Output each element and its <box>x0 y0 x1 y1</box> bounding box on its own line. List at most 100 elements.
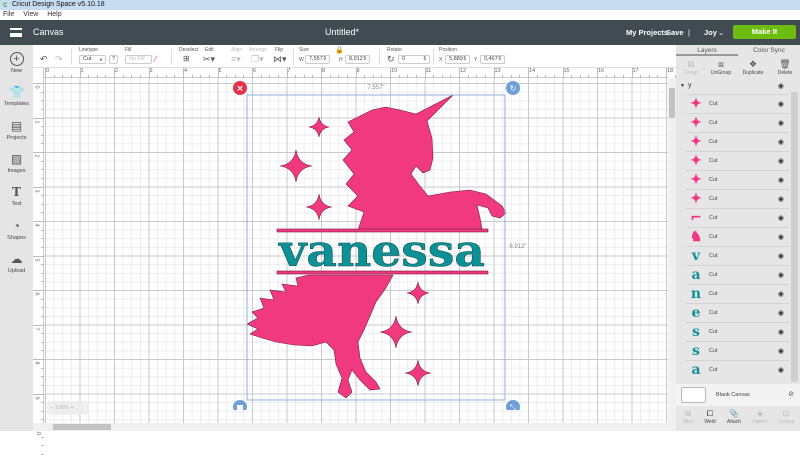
layer-row[interactable]: v Cut ◉ <box>686 246 790 265</box>
eye-icon[interactable]: ◉ <box>778 100 784 108</box>
deselect-icon[interactable]: ⊞ <box>183 54 190 63</box>
scroll-thumb[interactable] <box>53 424 111 430</box>
eye-icon[interactable]: ◉ <box>778 119 784 127</box>
eye-icon[interactable]: ◉ <box>778 233 784 241</box>
menu-help[interactable]: Help <box>47 11 61 18</box>
rotate-handle[interactable]: ↻ <box>506 81 520 95</box>
star-shape[interactable] <box>308 116 330 138</box>
eye-icon[interactable]: ◉ <box>778 252 784 260</box>
menu-view[interactable]: View <box>23 11 38 18</box>
tab-color-sync[interactable]: Color Sync <box>738 45 800 56</box>
linetype-help-button[interactable]: ? <box>109 55 118 64</box>
eye-icon[interactable]: ◉ <box>778 271 784 279</box>
layer-row[interactable]: a Cut ◉ <box>686 265 790 284</box>
lock-handle[interactable] <box>233 400 247 410</box>
x-position-input[interactable]: 5,889 ⇕ <box>445 55 470 64</box>
linetype-select[interactable]: Cut ▼ <box>79 55 106 64</box>
zoom-in-button[interactable]: + <box>70 405 73 411</box>
unicorn-lower-body[interactable] <box>246 274 394 399</box>
sidebar-item-shapes[interactable]: ◔ Shapes <box>0 219 33 241</box>
stepper-icon[interactable]: ⇕ <box>362 56 367 63</box>
sidebar-item-new[interactable]: + New <box>0 52 33 74</box>
blank-canvas-swatch[interactable] <box>681 387 706 403</box>
layer-row[interactable]: s Cut ◉ <box>686 341 790 360</box>
zoom-out-button[interactable]: − <box>50 405 53 411</box>
star-shape[interactable] <box>279 149 313 183</box>
layer-row[interactable]: ✦ Cut ◉ <box>686 151 790 170</box>
scroll-thumb[interactable] <box>669 88 675 118</box>
sidebar-item-images[interactable]: ▨ Images <box>0 152 33 174</box>
canvas-vertical-scrollbar[interactable] <box>668 78 676 423</box>
layer-row[interactable]: e Cut ◉ <box>686 303 790 322</box>
make-it-button[interactable]: Make It <box>733 25 796 39</box>
save-button[interactable]: Save <box>666 28 684 37</box>
my-projects-link[interactable]: My Projects <box>626 28 668 37</box>
delete-handle[interactable]: × <box>233 81 247 95</box>
canvas-horizontal-scrollbar[interactable] <box>33 423 676 431</box>
height-input[interactable]: 8,912 ⇕ <box>345 55 370 64</box>
y-position-input[interactable]: 0,467 ⇕ <box>480 55 505 64</box>
layer-row[interactable]: ✦ Cut ◉ <box>686 189 790 208</box>
resize-handle[interactable]: ⤡ <box>506 400 520 410</box>
layer-row[interactable]: ✦ Cut ◉ <box>686 132 790 151</box>
eye-icon[interactable]: ◉ <box>778 82 784 90</box>
layers-scrollbar[interactable] <box>790 80 799 384</box>
duplicate-button[interactable]: ❖ Duplicate <box>738 58 768 76</box>
eye-icon[interactable]: ◉ <box>778 309 784 317</box>
layer-row[interactable]: s Cut ◉ <box>686 322 790 341</box>
menu-file[interactable]: File <box>3 11 14 18</box>
undo-icon[interactable]: ↶ <box>40 54 48 65</box>
star-shape[interactable] <box>305 193 333 221</box>
star-shape[interactable] <box>406 281 430 305</box>
stepper-icon[interactable]: ⇕ <box>462 56 467 63</box>
pen-color-icon[interactable]: ⁄ <box>155 54 157 64</box>
user-menu[interactable]: Joy <box>704 28 717 37</box>
blank-canvas-row[interactable]: Blank Canvas ⊘ <box>676 384 800 406</box>
eye-icon[interactable]: ◉ <box>778 176 784 184</box>
layer-row[interactable]: n Cut ◉ <box>686 284 790 303</box>
eye-icon[interactable]: ◉ <box>778 366 784 374</box>
star-shape[interactable] <box>404 359 432 387</box>
eye-icon[interactable]: ◉ <box>778 138 784 146</box>
scroll-thumb[interactable] <box>791 92 798 382</box>
flip-icon[interactable]: ⋈▾ <box>273 54 287 65</box>
layer-row[interactable]: ♞ Cut ◉ <box>686 227 790 246</box>
ungroup-button[interactable]: ⧈ UnGroup <box>706 58 736 76</box>
eye-icon[interactable]: ◉ <box>778 290 784 298</box>
star-shape[interactable] <box>379 315 413 349</box>
edit-icon[interactable]: ✂▾ <box>203 54 215 65</box>
eye-icon[interactable]: ◉ <box>778 195 784 203</box>
eye-icon[interactable]: ◉ <box>778 157 784 165</box>
stepper-icon[interactable]: ⇕ <box>322 56 327 63</box>
eye-icon[interactable]: ◉ <box>778 328 784 336</box>
layer-group-y[interactable]: ▼ y ◉ <box>676 80 790 94</box>
eye-icon[interactable]: ◉ <box>778 214 784 222</box>
chevron-down-icon[interactable]: ⌄ <box>718 28 724 37</box>
sidebar-item-projects[interactable]: ▤ Projects <box>0 119 33 141</box>
sidebar-item-upload[interactable]: ☁ Upload <box>0 252 33 274</box>
stepper-icon[interactable]: ⇕ <box>422 56 427 63</box>
layer-row[interactable]: ⌐ Cut ◉ <box>686 208 790 227</box>
delete-button[interactable]: 🗑 Delete <box>770 58 800 76</box>
document-title[interactable]: Untitled* <box>325 27 359 37</box>
eye-hidden-icon[interactable]: ⊘ <box>788 390 794 398</box>
rotate-input[interactable]: 0 ⇕ <box>398 55 430 64</box>
unicorn-design[interactable]: vanessa 7.557" 8.912" × ↻ ⤡ <box>230 80 530 410</box>
stepper-icon[interactable]: ⇕ <box>497 56 502 63</box>
name-text[interactable]: vanessa <box>278 226 486 278</box>
weld-button[interactable]: ⧠ Weld <box>698 408 722 425</box>
layer-row[interactable]: ✦ Cut ◉ <box>686 94 790 113</box>
sidebar-item-templates[interactable]: 👕 Templates <box>0 85 33 107</box>
unicorn-upper-body[interactable] <box>342 94 507 231</box>
tab-layers[interactable]: Layers <box>676 45 738 56</box>
width-input[interactable]: 7,557 ⇕ <box>305 55 330 64</box>
layer-row[interactable]: ✦ Cut ◉ <box>686 170 790 189</box>
hamburger-menu-icon[interactable] <box>10 28 22 37</box>
sidebar-item-text[interactable]: T Text <box>0 185 33 207</box>
caret-down-icon[interactable]: ▼ <box>680 83 685 89</box>
layer-row[interactable]: a Cut ◉ <box>686 360 790 379</box>
eye-icon[interactable]: ◉ <box>778 347 784 355</box>
layer-row[interactable]: ✦ Cut ◉ <box>686 113 790 132</box>
lock-icon[interactable]: 🔒 <box>335 46 344 54</box>
attach-button[interactable]: 📎 Attach <box>722 408 746 425</box>
